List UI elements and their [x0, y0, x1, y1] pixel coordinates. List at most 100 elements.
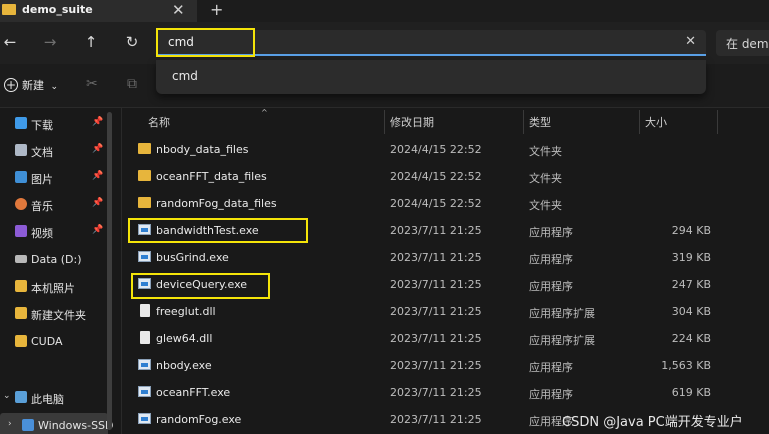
sidebar-item-this-pc[interactable]: ⌄ 此电脑	[0, 385, 108, 411]
sidebar-item-label: 本机照片	[31, 282, 75, 295]
file-date: 2023/7/11 21:25	[390, 386, 482, 399]
sidebar-item-label: 下载	[31, 119, 53, 132]
drive-icon	[15, 255, 27, 263]
sidebar-scrollbar[interactable]	[107, 112, 112, 430]
column-header-type[interactable]: 类型	[529, 114, 551, 130]
file-row[interactable]: freeglut.dll 2023/7/11 21:25 应用程序扩展 304 KB	[122, 298, 769, 325]
tab-title: demo_suite	[22, 3, 93, 16]
file-name: nbody_data_files	[156, 143, 249, 156]
file-row[interactable]: randomFog_data_files 2024/4/15 22:52 文件夹	[122, 190, 769, 217]
address-suggestion-dropdown: cmd	[156, 60, 706, 94]
pin-icon[interactable]: 📌	[92, 225, 103, 235]
chevron-down-icon[interactable]: ⌄	[3, 391, 11, 401]
dll-icon	[140, 331, 150, 344]
file-type: 应用程序扩展	[529, 334, 595, 347]
column-header-size[interactable]: 大小	[645, 114, 667, 130]
file-name: busGrind.exe	[156, 251, 229, 264]
file-type: 应用程序	[529, 226, 573, 239]
cut-icon[interactable]: ✂	[86, 76, 98, 92]
file-list: ^ 名称 修改日期 类型 大小 nbody_data_files 2024/4/1…	[122, 108, 769, 434]
sidebar-item-pictures[interactable]: 图片 📌	[0, 165, 108, 191]
copy-icon[interactable]: ⧉	[127, 76, 137, 92]
file-row[interactable]: nbody_data_files 2024/4/15 22:52 文件夹	[122, 136, 769, 163]
file-size: 1,563 KB	[661, 359, 711, 372]
new-button[interactable]: + 新建 ⌄	[4, 77, 58, 93]
chevron-right-icon[interactable]: ›	[8, 419, 12, 429]
file-date: 2023/7/11 21:25	[390, 359, 482, 372]
application-icon	[138, 386, 151, 397]
pin-icon[interactable]: 📌	[92, 198, 103, 208]
clear-icon[interactable]: ✕	[685, 34, 696, 49]
file-row[interactable]: nbody.exe 2023/7/11 21:25 应用程序 1,563 KB	[122, 352, 769, 379]
back-arrow-icon[interactable]: ←	[1, 33, 19, 51]
sidebar-item-label: 新建文件夹	[31, 309, 86, 322]
column-divider[interactable]	[384, 110, 385, 134]
up-arrow-icon[interactable]: ↑	[82, 33, 100, 51]
sort-ascending-icon: ^	[261, 108, 268, 117]
file-name: randomFog_data_files	[156, 197, 277, 210]
download-icon	[15, 117, 27, 129]
file-name: glew64.dll	[156, 332, 213, 345]
sidebar-item-downloads[interactable]: 下载 📌	[0, 111, 108, 137]
file-size: 319 KB	[671, 251, 711, 264]
column-divider[interactable]	[639, 110, 640, 134]
sidebar-item-data-drive[interactable]: Data (D:)	[0, 247, 108, 273]
file-type: 应用程序	[529, 280, 573, 293]
sidebar-item-music[interactable]: 音乐 📌	[0, 192, 108, 218]
close-tab-icon[interactable]: ✕	[172, 1, 185, 19]
file-row[interactable]: glew64.dll 2023/7/11 21:25 应用程序扩展 224 KB	[122, 325, 769, 352]
chevron-down-icon: ⌄	[50, 82, 59, 92]
file-date: 2024/4/15 22:52	[390, 143, 482, 156]
column-divider[interactable]	[523, 110, 524, 134]
file-date: 2024/4/15 22:52	[390, 197, 482, 210]
search-input[interactable]: 在 demo	[726, 35, 769, 52]
folder-icon	[138, 197, 151, 208]
file-date: 2023/7/11 21:25	[390, 305, 482, 318]
search-box[interactable]: 在 demo	[716, 30, 769, 56]
pin-icon[interactable]: 📌	[92, 117, 103, 127]
file-type: 应用程序扩展	[529, 307, 595, 320]
sidebar-item-new-folder[interactable]: 新建文件夹	[0, 301, 108, 327]
column-divider[interactable]	[717, 110, 718, 134]
windows-drive-icon	[22, 419, 34, 431]
file-type: 应用程序	[529, 361, 573, 374]
file-row[interactable]: oceanFFT.exe 2023/7/11 21:25 应用程序 619 KB	[122, 379, 769, 406]
sidebar-item-documents[interactable]: 文档 📌	[0, 138, 108, 164]
sidebar-item-label: 视频	[31, 227, 53, 240]
forward-arrow-icon[interactable]: →	[41, 33, 59, 51]
sidebar-item-cuda[interactable]: CUDA	[0, 329, 108, 355]
sidebar-item-photos-folder[interactable]: 本机照片	[0, 274, 108, 300]
pin-icon[interactable]: 📌	[92, 171, 103, 181]
sidebar-item-label: 音乐	[31, 200, 53, 213]
suggestion-item[interactable]: cmd	[172, 69, 198, 83]
device-query-highlight-box	[131, 273, 270, 299]
folder-icon	[15, 335, 27, 347]
file-date: 2023/7/11 21:25	[390, 413, 482, 426]
file-size: 224 KB	[671, 332, 711, 345]
pin-icon[interactable]: 📌	[92, 144, 103, 154]
file-row[interactable]: busGrind.exe 2023/7/11 21:25 应用程序 319 KB	[122, 244, 769, 271]
dll-icon	[140, 304, 150, 317]
folder-icon	[2, 4, 16, 15]
folder-icon	[15, 307, 27, 319]
file-size: 619 KB	[671, 386, 711, 399]
sidebar-item-label: 此电脑	[31, 393, 64, 406]
sidebar-item-videos[interactable]: 视频 📌	[0, 219, 108, 245]
column-header-date[interactable]: 修改日期	[390, 114, 434, 130]
sidebar-item-label: Data (D:)	[31, 253, 82, 266]
tab-bar: demo_suite ✕ +	[0, 0, 769, 22]
column-header-name[interactable]: 名称	[148, 114, 170, 130]
file-date: 2023/7/11 21:25	[390, 332, 482, 345]
tab-demo-suite[interactable]: demo_suite ✕	[0, 0, 197, 22]
file-date: 2023/7/11 21:25	[390, 224, 482, 237]
bandwidth-test-highlight-box	[128, 218, 308, 243]
file-type: 文件夹	[529, 145, 562, 158]
sidebar-item-label: 图片	[31, 173, 53, 186]
plus-icon: +	[4, 78, 18, 92]
folder-icon	[138, 170, 151, 181]
refresh-icon[interactable]: ↻	[123, 33, 141, 51]
application-icon	[138, 359, 151, 370]
new-tab-button[interactable]: +	[210, 0, 223, 19]
file-row[interactable]: oceanFFT_data_files 2024/4/15 22:52 文件夹	[122, 163, 769, 190]
sidebar-item-windows-ssd[interactable]: › Windows-SSD	[0, 413, 114, 434]
